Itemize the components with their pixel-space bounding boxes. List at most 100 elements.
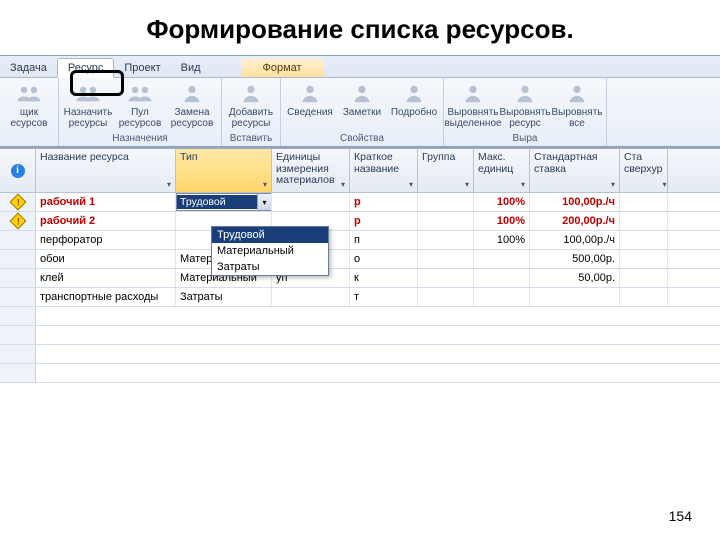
cell-max[interactable]: 100% (474, 193, 530, 211)
cell-unit[interactable] (272, 193, 350, 211)
empty-row[interactable] (0, 307, 720, 326)
column-header-rate[interactable]: Стандартнаяставка▾ (530, 149, 620, 192)
ribbon-group-label: Выра (448, 132, 602, 146)
add-icon (237, 82, 265, 106)
cell-name[interactable]: обои (36, 250, 176, 268)
table-row[interactable]: !рабочий 1Трудовой▾р100%100,00р./ч (0, 193, 720, 212)
column-header-type[interactable]: Тип▾ (176, 149, 272, 192)
cell-group[interactable] (418, 231, 474, 249)
empty-row[interactable] (0, 364, 720, 383)
chevron-down-icon[interactable]: ▾ (257, 194, 271, 210)
cell-rate2[interactable] (620, 288, 668, 306)
tab-project[interactable]: Проект (114, 59, 170, 77)
cell-short[interactable]: р (350, 212, 418, 230)
cell-type[interactable]: Трудовой▾ (176, 193, 272, 211)
table-row[interactable]: !рабочий 2р100%200,00р./ч (0, 212, 720, 231)
cell-max[interactable]: 100% (474, 212, 530, 230)
ribbon-button-pool[interactable]: Пулресурсов (115, 80, 165, 131)
cell-max[interactable] (474, 269, 530, 287)
dropdown-option[interactable]: Затраты (212, 259, 328, 275)
ribbon-button-level-sel[interactable]: Выровнятьвыделенное (448, 80, 498, 131)
cell-rate[interactable]: 100,00р./ч (530, 193, 620, 211)
cell-name[interactable]: транспортные расходы (36, 288, 176, 306)
ribbon-button-level-all[interactable]: Выровнятьвсе (552, 80, 602, 131)
ribbon-group: СведенияЗаметкиПодробноСвойства (281, 78, 444, 146)
chevron-down-icon[interactable]: ▾ (167, 180, 171, 189)
cell-short[interactable]: о (350, 250, 418, 268)
column-header-group[interactable]: Группа ▾ (418, 149, 474, 192)
cell-group[interactable] (418, 288, 474, 306)
ribbon-button-assign[interactable]: Назначитьресурсы (63, 80, 113, 131)
ribbon-button-add[interactable]: Добавитьресурсы (226, 80, 276, 131)
column-header-short[interactable]: Краткоеназвание▾ (350, 149, 418, 192)
ribbon-button-replace[interactable]: Заменаресурсов (167, 80, 217, 131)
level-all-icon (563, 82, 591, 106)
cell-name[interactable]: перфоратор (36, 231, 176, 249)
chevron-down-icon[interactable]: ▾ (263, 180, 267, 189)
ribbon-button-label: Выровнятьвсе (551, 108, 602, 129)
table-row[interactable]: перфоратор п 100%100,00р./ч (0, 231, 720, 250)
ribbon-button-notes[interactable]: Заметки (337, 80, 387, 121)
cell-unit[interactable] (272, 288, 350, 306)
cell-short[interactable]: т (350, 288, 418, 306)
column-header-name[interactable]: Название ресурса▾ (36, 149, 176, 192)
cell-type[interactable]: Затраты (176, 288, 272, 306)
tab-format[interactable]: Формат (241, 59, 324, 77)
cell-short[interactable]: п (350, 231, 418, 249)
planner-icon (15, 82, 43, 106)
column-header-max[interactable]: Макс.единиц▾ (474, 149, 530, 192)
ribbon-button-details[interactable]: Подробно (389, 80, 439, 121)
cell-rate[interactable]: 100,00р./ч (530, 231, 620, 249)
type-select[interactable]: Трудовой▾ (176, 193, 272, 211)
cell-max[interactable]: 100% (474, 231, 530, 249)
chevron-down-icon[interactable]: ▾ (663, 180, 667, 189)
cell-group[interactable] (418, 269, 474, 287)
cell-rate2[interactable] (620, 269, 668, 287)
column-headers: i Название ресурса▾Тип▾Единицыизмерениям… (0, 149, 720, 193)
cell-name[interactable]: клей (36, 269, 176, 287)
cell-short[interactable]: к (350, 269, 418, 287)
column-header-label: Группа (422, 152, 455, 164)
cell-group[interactable] (418, 193, 474, 211)
chevron-down-icon[interactable]: ▾ (341, 180, 345, 189)
cell-max[interactable] (474, 250, 530, 268)
cell-rate2[interactable] (620, 193, 668, 211)
cell-name[interactable]: рабочий 2 (36, 212, 176, 230)
table-row[interactable]: клейМатериальныйупк50,00р. (0, 269, 720, 288)
cell-rate[interactable]: 500,00р. (530, 250, 620, 268)
cell-short[interactable]: р (350, 193, 418, 211)
column-header-unit[interactable]: Единицыизмеренияматериалов▾ (272, 149, 350, 192)
empty-row[interactable] (0, 345, 720, 364)
row-indicator (0, 231, 36, 249)
ribbon-group: Назначитьресурсы ПулресурсовЗаменаресурсо… (59, 78, 222, 146)
cell-rate[interactable]: 50,00р. (530, 269, 620, 287)
ribbon-button-level-res[interactable]: Выровнятьресурс (500, 80, 550, 131)
cell-name[interactable]: рабочий 1 (36, 193, 176, 211)
column-header-rate2[interactable]: Стасверхур▾ (620, 149, 668, 192)
cell-rate2[interactable] (620, 250, 668, 268)
table-row[interactable]: обоиМатериальныйрулоно500,00р. (0, 250, 720, 269)
chevron-down-icon[interactable]: ▾ (465, 180, 469, 189)
cell-rate2[interactable] (620, 231, 668, 249)
empty-row[interactable] (0, 326, 720, 345)
dropdown-option[interactable]: Материальный (212, 243, 328, 259)
chevron-down-icon[interactable]: ▾ (611, 180, 615, 189)
ribbon-button-label: Пулресурсов (119, 108, 162, 129)
cell-rate2[interactable] (620, 212, 668, 230)
dropdown-option[interactable]: Трудовой (212, 227, 328, 243)
cell-rate[interactable]: 200,00р./ч (530, 212, 620, 230)
ribbon-button-info[interactable]: Сведения (285, 80, 335, 121)
cell-group[interactable] (418, 212, 474, 230)
table-row[interactable]: транспортные расходыЗатраты т (0, 288, 720, 307)
chevron-down-icon[interactable]: ▾ (521, 180, 525, 189)
ribbon-button-planner[interactable]: щикесурсов (4, 80, 54, 131)
tab-task[interactable]: Задача (0, 59, 57, 77)
cell-group[interactable] (418, 250, 474, 268)
type-dropdown-list[interactable]: ТрудовойМатериальныйЗатраты (211, 226, 329, 276)
tab-view[interactable]: Вид (171, 59, 211, 77)
cell-max[interactable] (474, 288, 530, 306)
ribbon-body: щикесурсовНазначитьресурсыПулресурсовЗам… (0, 78, 720, 146)
tab-resource[interactable]: Ресурс (57, 58, 114, 78)
chevron-down-icon[interactable]: ▾ (409, 180, 413, 189)
cell-rate[interactable] (530, 288, 620, 306)
